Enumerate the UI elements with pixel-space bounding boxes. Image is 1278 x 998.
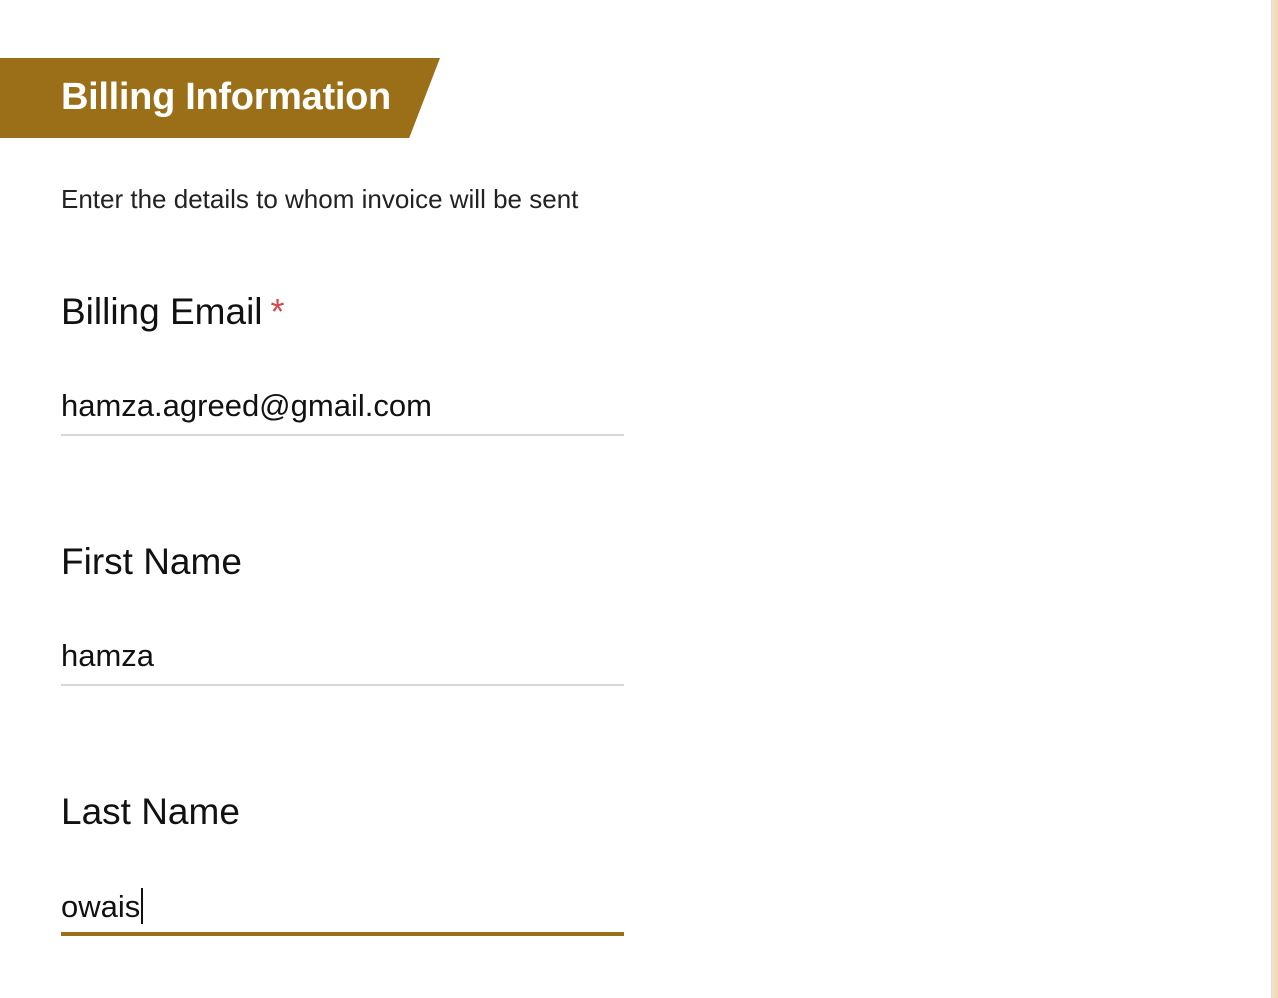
section-banner: Billing Information — [0, 58, 440, 138]
window-edge — [1271, 0, 1278, 998]
last-name-value: owais — [61, 889, 141, 924]
first-name-value: hamza — [61, 638, 155, 673]
section-subtitle: Enter the details to whom invoice will b… — [61, 184, 579, 214]
billing-email-field: Billing Email * hamza.agreed@gmail.com — [61, 288, 624, 436]
billing-email-input[interactable]: hamza.agreed@gmail.com — [61, 384, 624, 436]
last-name-input[interactable]: owais — [61, 884, 624, 936]
section-title: Billing Information — [61, 76, 391, 118]
billing-email-label-text: Billing Email — [61, 291, 263, 332]
last-name-field: Last Name owais — [61, 788, 624, 936]
first-name-field: First Name hamza — [61, 538, 624, 686]
last-name-value-wrap: owais — [61, 888, 144, 925]
first-name-input[interactable]: hamza — [61, 634, 624, 686]
required-asterisk: * — [270, 291, 285, 332]
last-name-label: Last Name — [61, 791, 240, 832]
first-name-label: First Name — [61, 541, 242, 582]
text-caret — [141, 888, 144, 924]
billing-form-page: Billing Information Enter the details to… — [0, 0, 1278, 998]
billing-email-value: hamza.agreed@gmail.com — [61, 388, 432, 423]
billing-email-label: Billing Email * — [61, 288, 624, 336]
